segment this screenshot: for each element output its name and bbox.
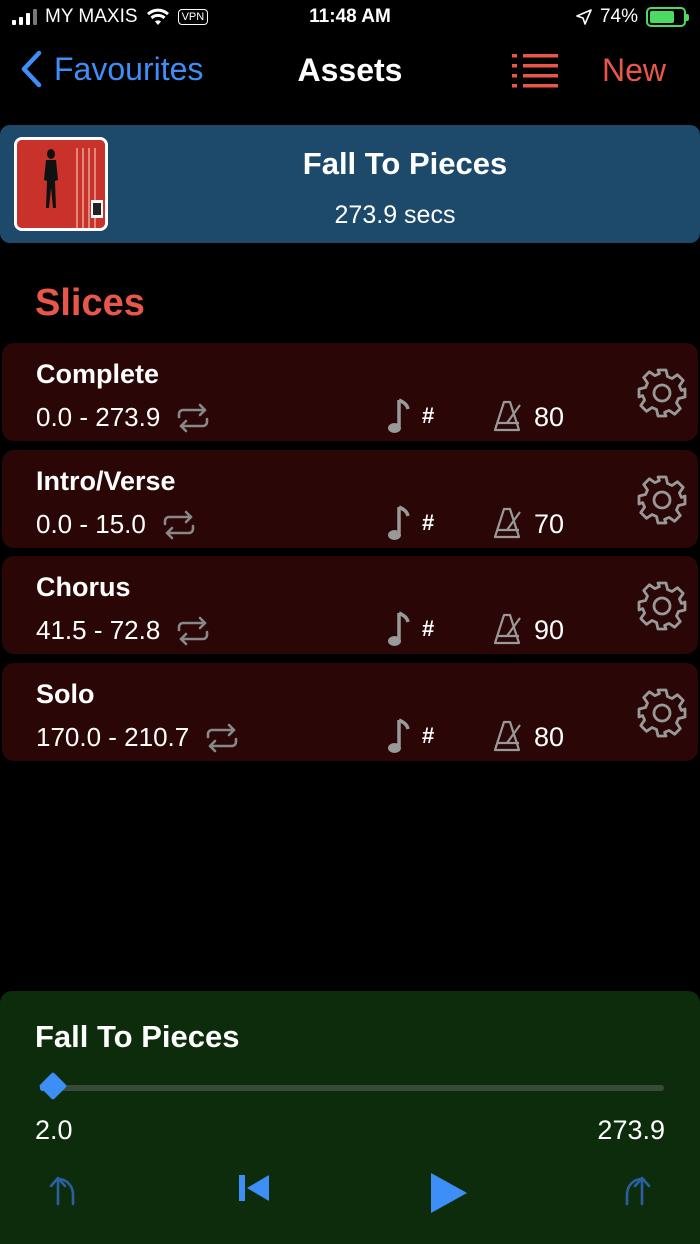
slice-range-label: 41.5 - 72.8	[36, 615, 161, 645]
gear-icon[interactable]	[636, 367, 688, 419]
slice-row[interactable]: Solo 170.0 - 210.7 # 80	[2, 663, 698, 761]
slice-row[interactable]: Complete 0.0 - 273.9 # 80	[2, 343, 698, 441]
tempo-label: 90	[534, 615, 565, 645]
tempo-label: 80	[534, 402, 565, 432]
asset-title: Fall To Pieces	[302, 146, 508, 181]
location-arrow-icon	[576, 9, 592, 25]
key-label: #	[422, 723, 435, 748]
slice-name: Intro/Verse	[36, 466, 176, 496]
repeat-icon[interactable]	[176, 616, 210, 646]
metronome-icon[interactable]	[492, 612, 526, 646]
slice-range: 0.0 - 15.0	[36, 509, 196, 540]
status-bar: MY MAXIS VPN 11:48 AM 74%	[0, 0, 700, 36]
repeat-icon[interactable]	[162, 510, 196, 540]
slice-row[interactable]: Chorus 41.5 - 72.8 # 90	[2, 556, 698, 654]
slice-range: 170.0 - 210.7	[36, 722, 239, 753]
slider-thumb[interactable]	[38, 1071, 67, 1101]
asset-duration: 273.9 secs	[334, 201, 456, 229]
key-label: #	[422, 510, 435, 535]
player-title: Fall To Pieces	[35, 1019, 240, 1054]
page-title: Assets	[297, 52, 403, 88]
music-note-icon[interactable]	[386, 611, 410, 649]
navigation-bar: Favourites Assets New	[0, 40, 700, 100]
skip-back-icon[interactable]	[238, 1174, 270, 1202]
slice-range-label: 170.0 - 210.7	[36, 722, 190, 752]
battery-icon	[646, 7, 689, 27]
slice-name: Chorus	[36, 572, 131, 602]
slice-row[interactable]: Intro/Verse 0.0 - 15.0 # 70	[2, 450, 698, 548]
metronome-icon[interactable]	[492, 399, 526, 433]
slice-range-label: 0.0 - 15.0	[36, 509, 146, 539]
play-icon[interactable]	[429, 1171, 469, 1215]
gear-icon[interactable]	[636, 474, 688, 526]
key-label: #	[422, 403, 435, 428]
gear-icon[interactable]	[636, 687, 688, 739]
status-right: 74%	[576, 6, 689, 28]
repeat-icon[interactable]	[176, 403, 210, 433]
asset-header[interactable]: Fall To Pieces 273.9 secs	[0, 125, 700, 243]
gear-icon[interactable]	[636, 580, 688, 632]
list-icon[interactable]	[512, 50, 558, 88]
battery-percent: 74%	[599, 6, 638, 27]
position-end: 273.9	[597, 1115, 665, 1145]
tempo-label: 80	[534, 722, 565, 752]
tempo-label: 70	[534, 509, 565, 539]
music-note-icon[interactable]	[386, 398, 410, 436]
metronome-icon[interactable]	[492, 506, 526, 540]
jump-forward-icon[interactable]	[622, 1173, 652, 1207]
key-label: #	[422, 616, 435, 641]
slice-name: Solo	[36, 679, 95, 709]
repeat-icon[interactable]	[205, 723, 239, 753]
position-start: 2.0	[35, 1115, 73, 1145]
slice-range-label: 0.0 - 273.9	[36, 402, 161, 432]
new-button[interactable]: New	[602, 52, 666, 89]
music-note-icon[interactable]	[386, 505, 410, 543]
slice-name: Complete	[36, 359, 160, 389]
metronome-icon[interactable]	[492, 719, 526, 753]
slice-range: 0.0 - 273.9	[36, 402, 210, 433]
progress-slider[interactable]	[38, 1071, 664, 1101]
section-title: Slices	[35, 282, 145, 324]
music-note-icon[interactable]	[386, 718, 410, 756]
jump-back-icon[interactable]	[48, 1173, 78, 1207]
slice-range: 41.5 - 72.8	[36, 615, 210, 646]
player-panel: Fall To Pieces 2.0 273.9	[0, 991, 700, 1244]
